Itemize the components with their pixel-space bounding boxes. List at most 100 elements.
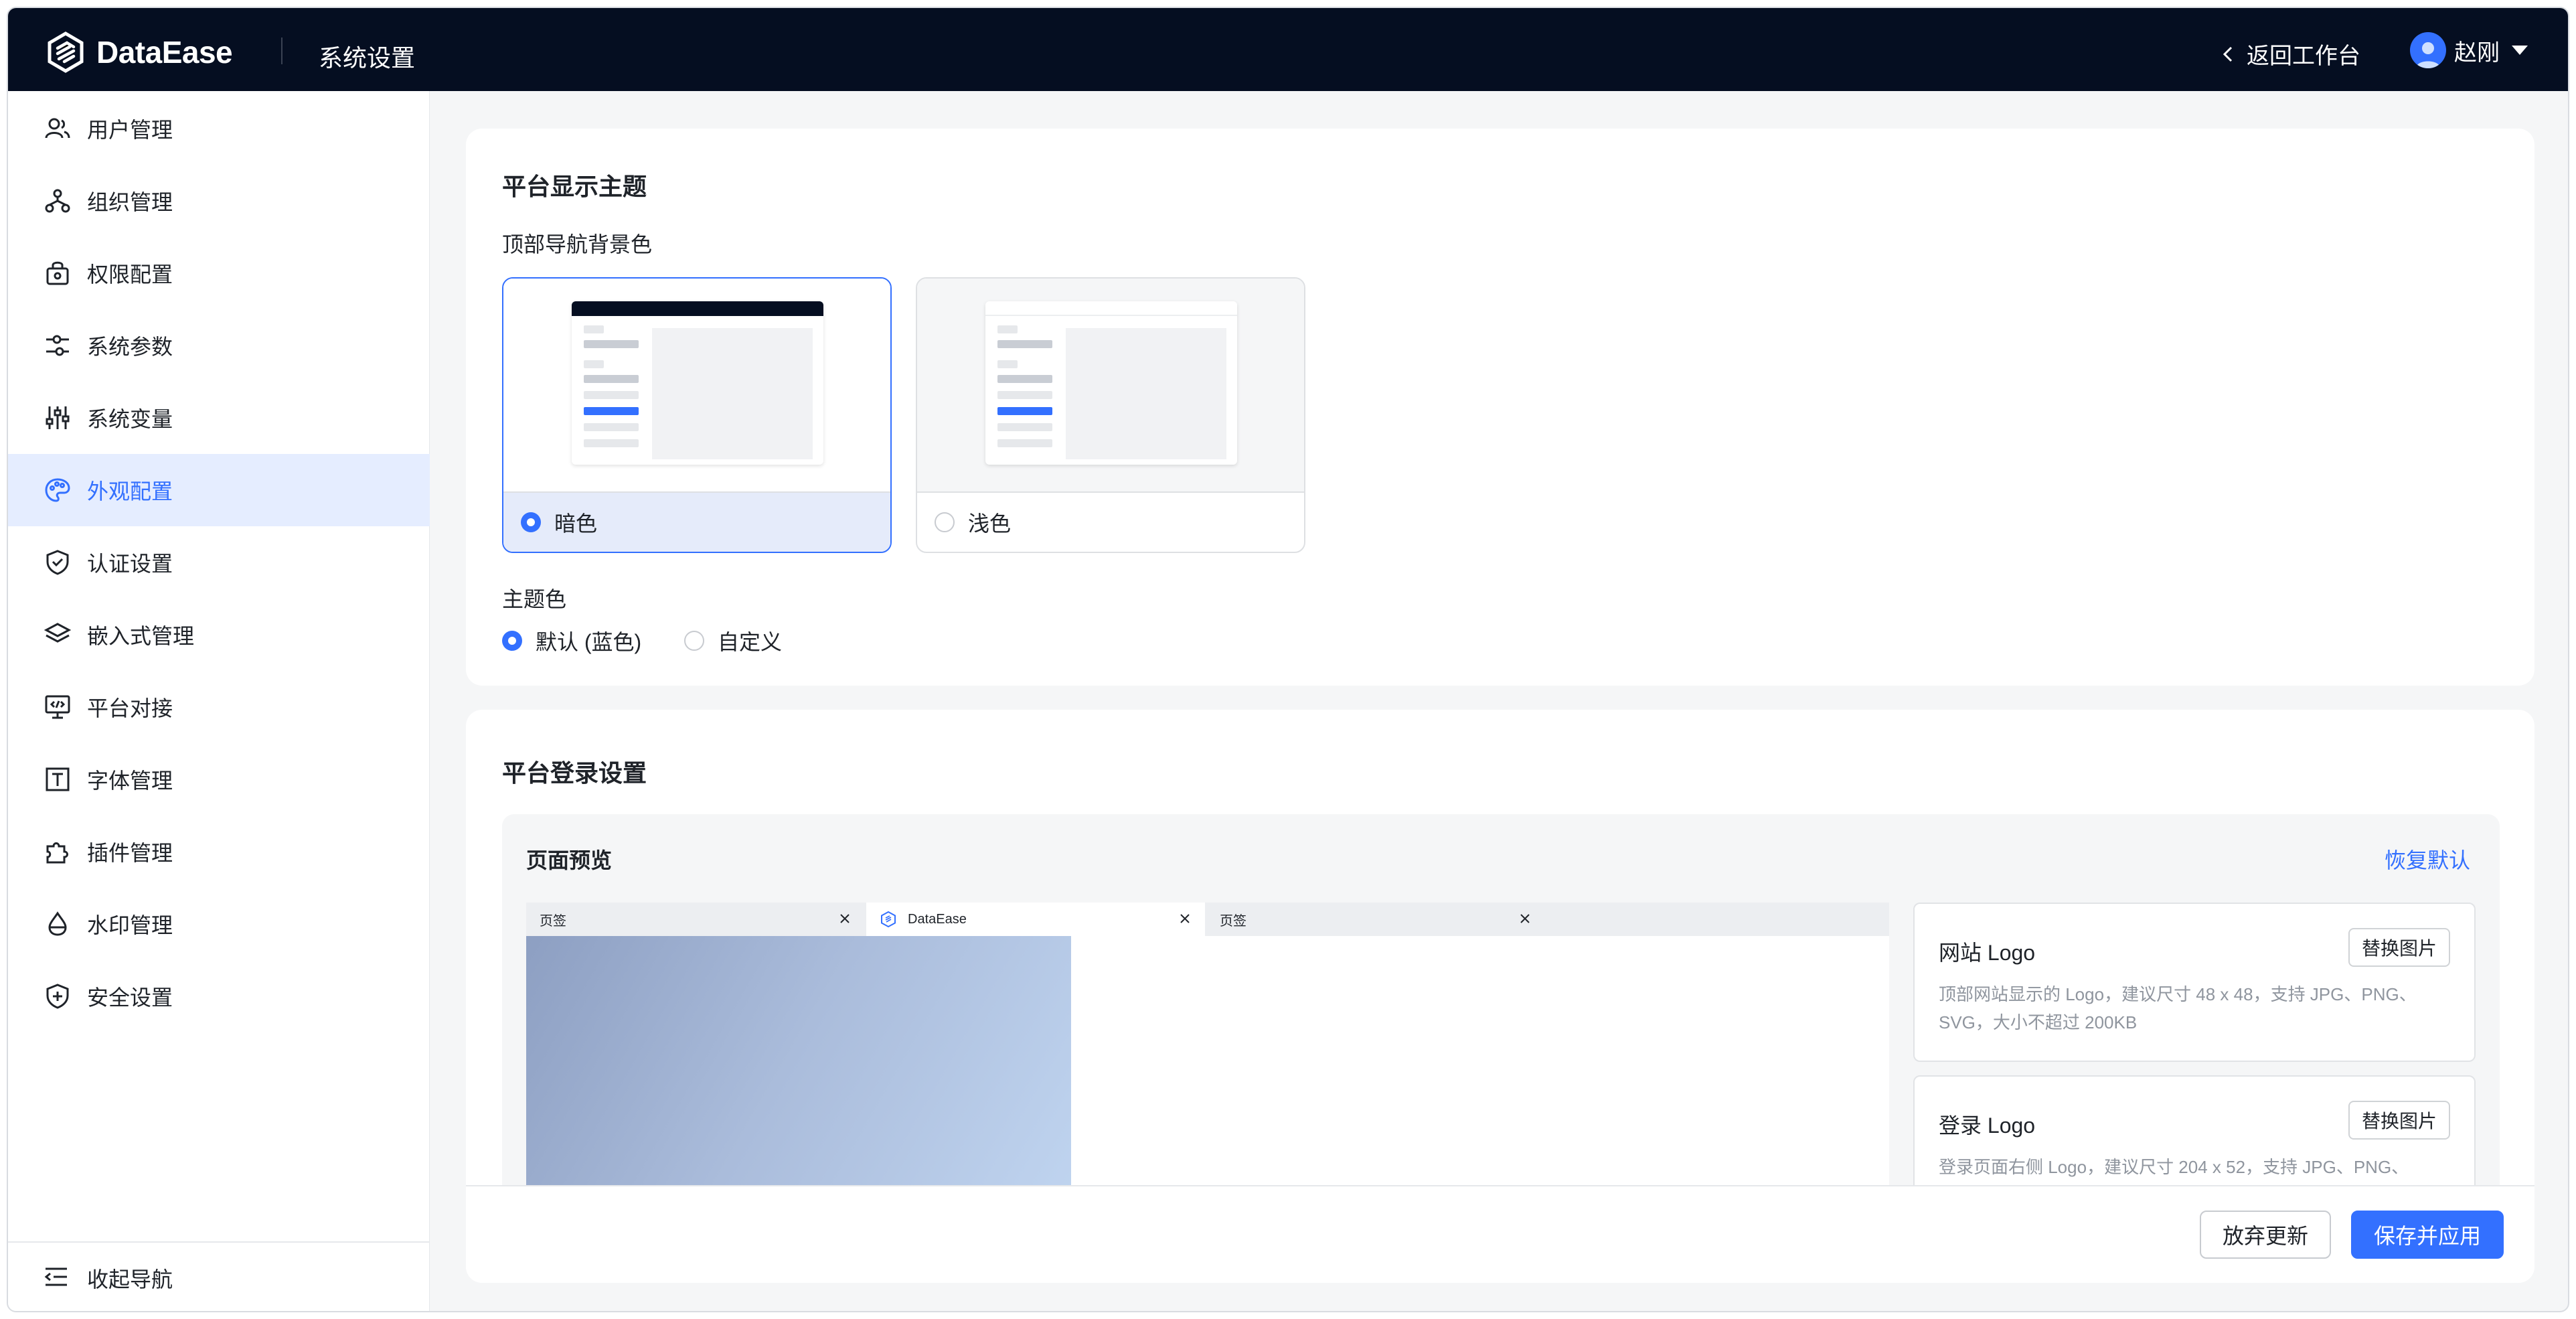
dark-theme-preview <box>503 279 890 493</box>
browser-tab-active[interactable]: DataEase <box>866 903 1205 936</box>
sidebar-item-system-params[interactable]: 系统参数 <box>8 309 430 382</box>
theme-option-light[interactable]: 浅色 <box>916 277 1305 553</box>
thumbnail-bar <box>997 375 1052 383</box>
sliders-icon <box>43 331 72 360</box>
thumbnail-bar <box>584 439 639 447</box>
light-theme-thumbnail <box>985 301 1237 465</box>
radio-custom-color[interactable] <box>684 631 704 651</box>
sidebar-item-plugins[interactable]: 插件管理 <box>8 816 430 888</box>
sidebar-item-label: 字体管理 <box>87 769 173 793</box>
thumbnail-bar <box>997 407 1052 415</box>
collapse-nav-label: 收起导航 <box>87 1267 173 1292</box>
theme-section-title: 平台显示主题 <box>502 173 647 200</box>
collapse-menu-icon <box>43 1263 72 1293</box>
org-tree-icon <box>43 186 72 216</box>
sidebar-item-label: 水印管理 <box>87 913 173 937</box>
browser-tab[interactable]: 页签 <box>526 903 865 936</box>
site-logo-desc: 顶部网站显示的 Logo，建议尺寸 48 x 48，支持 JPG、PNG、SVG… <box>1939 984 2417 1032</box>
close-icon[interactable] <box>838 912 852 925</box>
sidebar-item-appearance[interactable]: 外观配置 <box>8 454 430 526</box>
login-logo-title: 登录 Logo <box>1939 1113 2036 1138</box>
monitor-code-icon <box>43 692 72 722</box>
sidebar-item-security[interactable]: 安全设置 <box>8 960 430 1032</box>
sidebar-item-label: 安全设置 <box>87 986 173 1010</box>
sidebar-item-org[interactable]: 组织管理 <box>8 165 430 237</box>
site-logo-title: 网站 Logo <box>1939 941 2036 965</box>
color-option-label: 默认 (蓝色) <box>536 630 642 654</box>
close-icon[interactable] <box>1178 912 1192 925</box>
replace-site-logo-button[interactable]: 替换图片 <box>2348 928 2450 967</box>
radio-light[interactable] <box>935 512 955 532</box>
sidebar-item-auth[interactable]: 认证设置 <box>8 526 430 599</box>
user-menu[interactable]: 赵刚 <box>2410 32 2528 68</box>
sidebar-item-label: 组织管理 <box>87 190 173 214</box>
radio-dark[interactable] <box>521 512 541 532</box>
replace-login-logo-button[interactable]: 替换图片 <box>2348 1101 2450 1140</box>
close-icon[interactable] <box>1518 912 1532 925</box>
back-to-workbench-link[interactable]: 返回工作台 <box>2219 37 2360 70</box>
thumbnail-bar <box>997 325 1018 333</box>
tab-label: 页签 <box>1220 913 1246 929</box>
color-option-label: 自定义 <box>718 630 783 654</box>
sidebar-item-permissions[interactable]: 权限配置 <box>8 237 430 309</box>
browser-tab[interactable]: 页签 <box>1206 903 1545 936</box>
app-name: DataEase <box>96 35 233 70</box>
dark-theme-footer: 暗色 <box>503 491 890 552</box>
user-name: 赵刚 <box>2454 40 2500 66</box>
sidebar-item-label: 系统变量 <box>87 407 173 431</box>
browser-tab-bar: 页签 DataEase 页签 <box>526 903 1889 936</box>
theme-color-label: 主题色 <box>502 587 567 611</box>
tab-label: DataEase <box>908 911 967 927</box>
palette-icon <box>43 475 72 505</box>
login-settings-card: 平台登录设置 页面预览 恢复默认 页签 DataEase 页签 网站 Logo … <box>466 710 2534 1283</box>
top-navbar: DataEase 系统设置 返回工作台 赵刚 <box>8 8 2568 91</box>
thumbnail-bar <box>997 391 1052 399</box>
sidebar-item-label: 系统参数 <box>87 335 173 359</box>
font-icon <box>43 765 72 794</box>
thumbnail-bar <box>584 325 604 333</box>
sidebar-item-watermark[interactable]: 水印管理 <box>8 888 430 960</box>
light-theme-preview <box>917 279 1304 493</box>
sidebar: 用户管理 组织管理 权限配置 系统参数 系统变量 外观配置 认证设置 嵌入式管理… <box>8 91 430 1311</box>
user-avatar-icon <box>2416 42 2440 68</box>
header-divider <box>281 37 283 64</box>
theme-option-dark[interactable]: 暗色 <box>502 277 892 553</box>
collapse-nav-button[interactable]: 收起导航 <box>8 1241 430 1311</box>
sidebar-item-label: 权限配置 <box>87 262 173 287</box>
color-option-default[interactable]: 默认 (蓝色) <box>502 625 641 656</box>
thumbnail-bar <box>997 439 1052 447</box>
thumbnail-bar <box>584 340 639 348</box>
thumbnail-bar <box>997 423 1052 431</box>
app-window: DataEase 系统设置 返回工作台 赵刚 用户管理 组织管理 权限配置 系统… <box>7 7 2569 1312</box>
radio-default-color[interactable] <box>502 631 522 651</box>
thumbnail-bar <box>997 360 1018 368</box>
sidebar-item-embedded[interactable]: 嵌入式管理 <box>8 599 430 671</box>
lock-bag-icon <box>43 258 72 288</box>
dataease-logo-icon <box>48 31 84 73</box>
avatar <box>2410 32 2446 68</box>
sidebar-item-system-vars[interactable]: 系统变量 <box>8 382 430 454</box>
thumbnail-topbar <box>985 301 1237 316</box>
nav-bg-label: 顶部导航背景色 <box>502 232 653 256</box>
color-option-custom[interactable]: 自定义 <box>684 625 782 656</box>
thumbnail-topbar <box>572 301 823 316</box>
theme-option-label: 浅色 <box>968 512 1012 536</box>
discard-button[interactable]: 放弃更新 <box>2200 1211 2332 1259</box>
caret-down-icon <box>2512 46 2528 55</box>
sidebar-item-label: 用户管理 <box>87 118 173 142</box>
layers-icon <box>43 620 72 649</box>
app-logo[interactable]: DataEase <box>44 31 233 74</box>
site-logo-card: 网站 Logo 替换图片 顶部网站显示的 Logo，建议尺寸 48 x 48，支… <box>1913 903 2476 1062</box>
shield-check-icon <box>43 548 72 577</box>
sidebar-item-platform[interactable]: 平台对接 <box>8 671 430 743</box>
thumbnail-bar <box>584 391 639 399</box>
restore-default-link[interactable]: 恢复默认 <box>2385 844 2470 874</box>
thumbnail-bar <box>584 423 639 431</box>
save-apply-button[interactable]: 保存并应用 <box>2351 1211 2504 1259</box>
theme-option-label: 暗色 <box>554 512 598 536</box>
sidebar-item-label: 平台对接 <box>87 696 173 720</box>
sidebar-item-users[interactable]: 用户管理 <box>8 92 430 165</box>
sidebar-item-fonts[interactable]: 字体管理 <box>8 743 430 816</box>
theme-settings-card: 平台显示主题 顶部导航背景色 暗色 浅色 主题色 默认 (蓝色) 自定义 <box>466 129 2534 686</box>
users-icon <box>43 114 72 143</box>
